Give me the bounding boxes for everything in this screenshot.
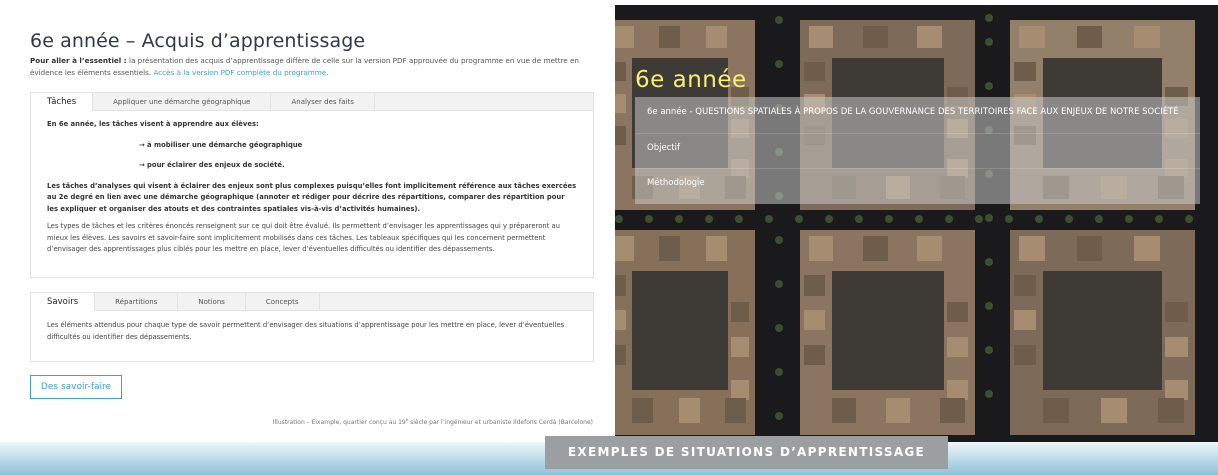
- tasks-tabpanel: Tâches Appliquer une démarche géographiq…: [30, 92, 594, 278]
- aerial-city-panel: 6e année 6e année - QUESTIONS SPATIALES …: [615, 5, 1218, 442]
- accordion-item-objectif[interactable]: Objectif: [635, 134, 1200, 169]
- street-tree: [915, 215, 923, 223]
- street-tree: [985, 302, 993, 310]
- street-tree: [1155, 215, 1163, 223]
- caption-text: Illustration – Eixample, quartier conçu …: [272, 419, 406, 426]
- intro-text: Pour aller à l’essentiel : la présentati…: [30, 55, 590, 79]
- street-tree: [985, 38, 993, 46]
- street-tree: [985, 82, 993, 90]
- tasks-lead: En 6e année, les tâches visent à apprend…: [47, 120, 259, 128]
- street-tree: [765, 215, 773, 223]
- tasks-point-2: → pour éclairer des enjeux de société.: [139, 161, 285, 169]
- street-tree: [735, 215, 743, 223]
- overlay-accordion: 6e année - QUESTIONS SPATIALES À PROPOS …: [635, 97, 1200, 204]
- street-tree: [775, 60, 783, 68]
- street-tree: [945, 215, 953, 223]
- tasks-paragraph: Les types de tâches et les critères énon…: [47, 222, 560, 253]
- tab-savoirs[interactable]: Savoirs: [31, 293, 96, 311]
- street-tree: [795, 215, 803, 223]
- street-tree: [1065, 215, 1073, 223]
- street-tree: [885, 215, 893, 223]
- tab-concepts[interactable]: Concepts: [246, 293, 320, 310]
- street-tree: [775, 412, 783, 420]
- tab-taches[interactable]: Tâches: [31, 93, 94, 111]
- tab-analyser-faits[interactable]: Analyser des faits: [271, 93, 375, 110]
- illustration-caption: Illustration – Eixample, quartier conçu …: [273, 417, 593, 426]
- intro-bold: Pour aller à l’essentiel :: [30, 56, 127, 65]
- knowledge-content: Les éléments attendus pour chaque type d…: [47, 321, 565, 341]
- street-tree: [985, 258, 993, 266]
- street-tree: [775, 324, 783, 332]
- page-title: 6e année – Acquis d’apprentissage: [30, 30, 366, 52]
- city-block: [800, 230, 975, 435]
- content-column: 6e année – Acquis d’apprentissage Pour a…: [0, 0, 605, 440]
- street-tree: [855, 215, 863, 223]
- street-tree: [975, 215, 983, 223]
- street-tree: [985, 214, 993, 222]
- caption-text-end: siècle par l’ingénieur et urbaniste Ilde…: [408, 419, 593, 426]
- accordion-item-questions[interactable]: 6e année - QUESTIONS SPATIALES À PROPOS …: [635, 97, 1200, 134]
- situations-button[interactable]: EXEMPLES DE SITUATIONS D’APPRENTISSAGE: [545, 436, 948, 469]
- street-tree: [1035, 215, 1043, 223]
- overlay-title: 6e année: [635, 67, 747, 93]
- street-tree: [985, 346, 993, 354]
- street-tree: [1185, 215, 1193, 223]
- tasks-point-1: → à mobiliser une démarche géographique: [139, 140, 303, 149]
- street-tree: [825, 215, 833, 223]
- street-tree: [705, 215, 713, 223]
- street-tree: [645, 215, 653, 223]
- knowledge-tabbar: Savoirs Répartitions Notions Concepts: [31, 293, 593, 311]
- tasks-content: En 6e année, les tâches visent à apprend…: [31, 111, 593, 256]
- knowledge-tabpanel: Savoirs Répartitions Notions Concepts Le…: [30, 292, 594, 362]
- city-block: [1010, 230, 1195, 435]
- tasks-tabbar: Tâches Appliquer une démarche géographiq…: [31, 93, 593, 111]
- street-tree: [1005, 215, 1013, 223]
- street-tree: [615, 215, 623, 223]
- tab-notions[interactable]: Notions: [178, 293, 246, 310]
- savoir-faire-button[interactable]: Des savoir-faire: [30, 375, 122, 399]
- pdf-version-link[interactable]: Accès à la version PDF complète du progr…: [153, 68, 328, 77]
- tab-repartitions[interactable]: Répartitions: [95, 293, 179, 310]
- street-tree: [985, 14, 993, 22]
- street-tree: [1095, 215, 1103, 223]
- city-block: [615, 230, 755, 435]
- street-tree: [675, 215, 683, 223]
- street-tree: [985, 390, 993, 398]
- tab-appliquer-demarche[interactable]: Appliquer une démarche géographique: [93, 93, 272, 110]
- tasks-bold-paragraph: Les tâches d’analyses qui visent à éclai…: [47, 181, 577, 213]
- street-tree: [775, 368, 783, 376]
- street-tree: [775, 236, 783, 244]
- street-tree: [775, 280, 783, 288]
- street-tree: [775, 16, 783, 24]
- street-tree: [1125, 215, 1133, 223]
- accordion-item-methodologie[interactable]: Méthodologie: [635, 169, 1200, 204]
